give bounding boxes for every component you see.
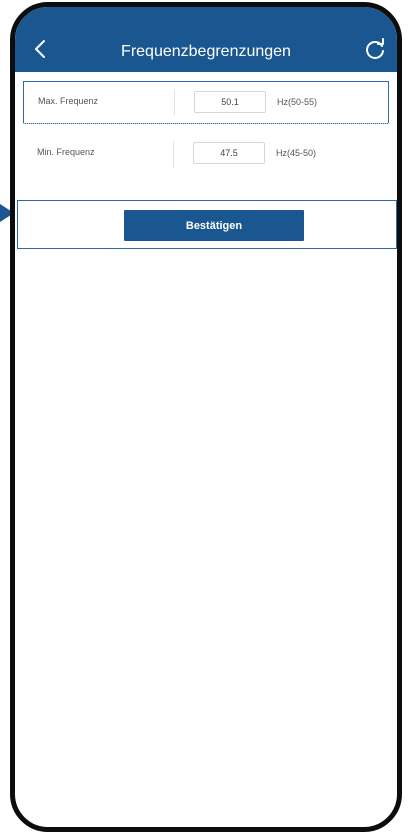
min-frequency-unit: Hz(45-50): [276, 148, 317, 158]
min-frequency-input[interactable]: [193, 142, 265, 164]
app-header: Frequenzbegrenzungen: [15, 7, 397, 72]
max-frequency-input[interactable]: [194, 91, 266, 113]
refresh-icon[interactable]: [363, 38, 387, 62]
chevron-left-icon[interactable]: [29, 37, 53, 61]
max-frequency-label: Max. Frequenz: [38, 96, 99, 106]
row-divider: [173, 141, 174, 168]
confirm-highlight: Bestätigen: [17, 200, 397, 249]
row-separator: [23, 123, 389, 124]
max-frequency-row: Max. Frequenz Hz(50-55): [23, 81, 389, 124]
row-divider: [174, 90, 175, 115]
confirm-button[interactable]: Bestätigen: [124, 210, 304, 241]
phone-frame: Frequenzbegrenzungen Max. Frequenz Hz(50…: [10, 2, 402, 832]
max-frequency-unit: Hz(50-55): [277, 97, 318, 107]
page-title: Frequenzbegrenzungen: [121, 43, 291, 60]
min-frequency-label: Min. Frequenz: [37, 147, 95, 157]
min-frequency-row: Min. Frequenz Hz(45-50): [23, 133, 389, 176]
status-bar: [15, 7, 397, 27]
